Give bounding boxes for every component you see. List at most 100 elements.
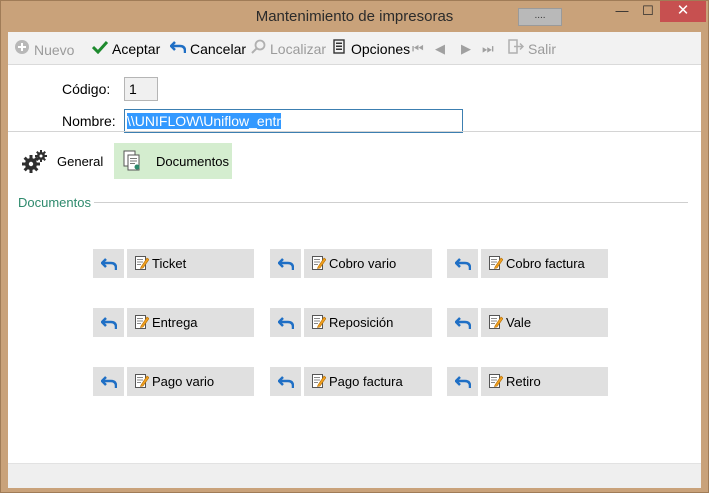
- undo-arrow-icon: [276, 258, 294, 270]
- nombre-value: \\UNIFLOW\Uniflow_entr: [127, 113, 282, 129]
- document-label: Pago factura: [329, 374, 403, 389]
- document-label: Vale: [506, 315, 532, 330]
- undo-arrow-icon: [99, 258, 117, 270]
- section-title: Documentos: [18, 195, 91, 210]
- edit-document-button[interactable]: Cobro vario: [304, 249, 432, 278]
- edit-document-icon: [312, 251, 327, 270]
- edit-document-button[interactable]: Pago vario: [127, 367, 254, 396]
- document-item: Ticket: [93, 249, 254, 278]
- main-window: Mantenimiento de impresoras .... — ☐ ✕ N…: [0, 0, 709, 493]
- reset-document-button[interactable]: [93, 308, 124, 337]
- document-item: Pago vario: [93, 367, 254, 396]
- edit-document-button[interactable]: Entrega: [127, 308, 254, 337]
- exit-label: Salir: [528, 41, 557, 57]
- magnifier-icon: [249, 39, 267, 59]
- reset-document-button[interactable]: [93, 249, 124, 278]
- new-button[interactable]: Nuevo: [13, 39, 74, 59]
- document-label: Cobro vario: [329, 256, 397, 271]
- document-label: Cobro factura: [506, 256, 585, 271]
- documents-icon: [123, 150, 143, 175]
- previous-record-icon[interactable]: ◀: [435, 41, 445, 57]
- status-bar: [8, 463, 701, 488]
- edit-document-button[interactable]: Pago factura: [304, 367, 432, 396]
- reset-document-button[interactable]: [447, 308, 478, 337]
- plus-circle-icon: [13, 39, 31, 60]
- document-item: Retiro: [447, 367, 608, 396]
- reset-document-button[interactable]: [270, 308, 301, 337]
- undo-arrow-icon: [276, 376, 294, 388]
- document-item: Reposición: [270, 308, 432, 337]
- reset-document-button[interactable]: [93, 367, 124, 396]
- exit-button[interactable]: Salir: [507, 39, 556, 59]
- divider: [8, 131, 701, 132]
- accept-button[interactable]: Aceptar: [91, 39, 160, 59]
- nombre-field[interactable]: \\UNIFLOW\Uniflow_entr: [124, 109, 463, 133]
- cancel-label: Cancelar: [190, 41, 247, 57]
- document-item: Cobro factura: [447, 249, 608, 278]
- edit-document-icon: [489, 310, 504, 329]
- last-record-icon[interactable]: ⏭: [482, 41, 494, 57]
- undo-arrow-icon: [169, 39, 187, 59]
- tab-general-label: General: [57, 154, 104, 169]
- document-item: Entrega: [93, 308, 254, 337]
- edit-document-icon: [489, 251, 504, 270]
- document-label: Ticket: [152, 256, 187, 271]
- nombre-label: Nombre:: [62, 113, 116, 129]
- edit-document-icon: [489, 369, 504, 388]
- exit-door-icon: [507, 39, 525, 59]
- edit-document-icon: [135, 369, 150, 388]
- options-label: Opciones: [351, 41, 411, 57]
- codigo-label: Código:: [62, 81, 111, 97]
- document-item: Vale: [447, 308, 608, 337]
- window-title: Mantenimiento de impresoras: [255, 8, 454, 25]
- edit-document-icon: [135, 310, 150, 329]
- undo-arrow-icon: [453, 258, 471, 270]
- undo-arrow-icon: [99, 376, 117, 388]
- undo-arrow-icon: [276, 317, 294, 329]
- edit-document-button[interactable]: Reposición: [304, 308, 432, 337]
- edit-document-icon: [312, 310, 327, 329]
- first-record-icon[interactable]: ⏮: [412, 41, 424, 57]
- maximize-button[interactable]: ☐: [635, 1, 661, 22]
- edit-document-button[interactable]: Ticket: [127, 249, 254, 278]
- reset-document-button[interactable]: [447, 367, 478, 396]
- toolbar: Nuevo Aceptar Cancelar Localizar Opcione…: [8, 32, 701, 65]
- options-button[interactable]: Opciones: [330, 39, 410, 59]
- reset-document-button[interactable]: [270, 249, 301, 278]
- gears-icon: [22, 149, 48, 176]
- title-bar[interactable]: Mantenimiento de impresoras .... — ☐ ✕: [1, 1, 708, 32]
- document-label: Reposición: [329, 315, 394, 330]
- options-list-icon: [330, 39, 348, 59]
- reset-document-button[interactable]: [447, 249, 478, 278]
- edit-document-button[interactable]: Retiro: [481, 367, 608, 396]
- close-button[interactable]: ✕: [660, 1, 706, 22]
- document-label: Pago vario: [152, 374, 215, 389]
- locate-label: Localizar: [270, 41, 327, 57]
- document-item: Pago factura: [270, 367, 432, 396]
- edit-document-icon: [135, 251, 150, 270]
- undo-arrow-icon: [453, 376, 471, 388]
- client-area: Nuevo Aceptar Cancelar Localizar Opcione…: [8, 32, 701, 488]
- section-divider: [94, 202, 688, 203]
- next-record-icon[interactable]: ▶: [461, 41, 471, 57]
- tab-documentos-label: Documentos: [156, 154, 229, 169]
- undo-arrow-icon: [99, 317, 117, 329]
- accept-label: Aceptar: [112, 41, 161, 57]
- undo-arrow-icon: [453, 317, 471, 329]
- document-item: Cobro vario: [270, 249, 432, 278]
- edit-document-button[interactable]: Cobro factura: [481, 249, 608, 278]
- extra-button[interactable]: ....: [518, 8, 562, 26]
- reset-document-button[interactable]: [270, 367, 301, 396]
- minimize-button[interactable]: —: [609, 1, 635, 22]
- edit-document-icon: [312, 369, 327, 388]
- document-label: Retiro: [506, 374, 541, 389]
- document-label: Entrega: [152, 315, 198, 330]
- checkmark-icon: [91, 39, 109, 59]
- tab-documentos[interactable]: Documentos: [114, 143, 232, 179]
- edit-document-button[interactable]: Vale: [481, 308, 608, 337]
- codigo-field[interactable]: 1: [124, 77, 158, 101]
- locate-button[interactable]: Localizar: [249, 39, 326, 59]
- cancel-button[interactable]: Cancelar: [169, 39, 246, 59]
- tab-general[interactable]: General: [21, 143, 108, 179]
- new-label: Nuevo: [34, 42, 75, 58]
